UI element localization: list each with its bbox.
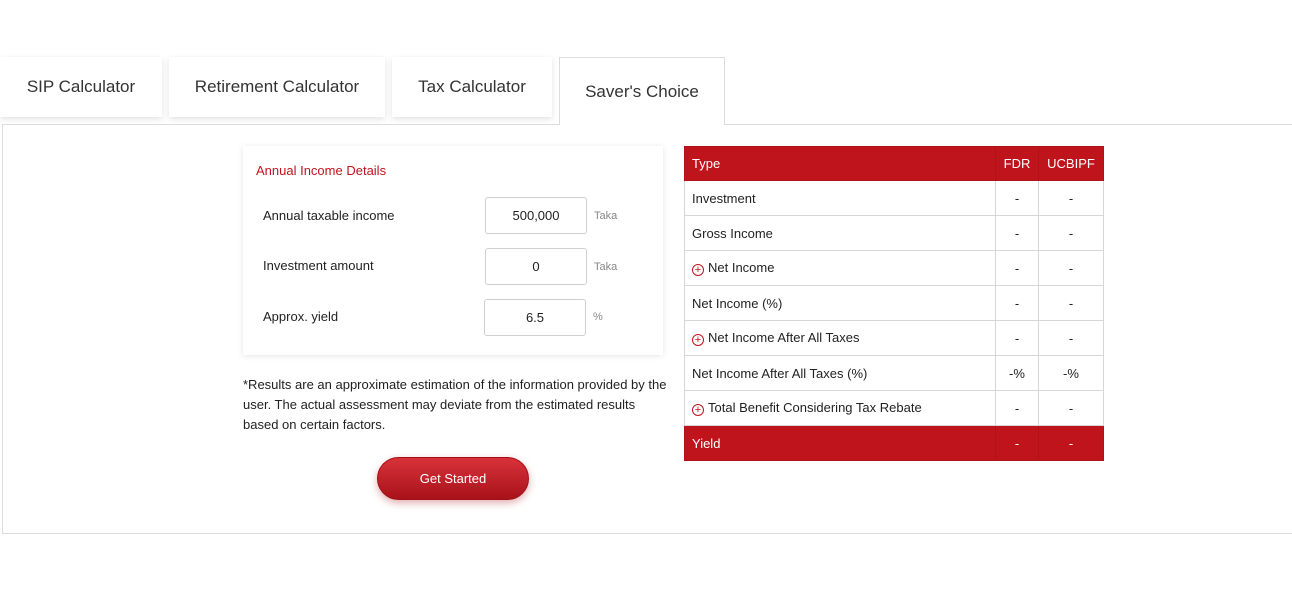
calculator-tabs: SIP Calculator Retirement Calculator Tax… — [0, 57, 1292, 125]
row-label: Investment — [684, 180, 996, 216]
approx-yield-label: Approx. yield — [263, 309, 339, 324]
approx-yield-unit: % — [593, 311, 603, 323]
table-row: Investment - - — [684, 180, 1105, 216]
disclaimer-text: *Results are an approximate estimation o… — [243, 377, 667, 432]
row-label-cell: + Net Income — [684, 250, 996, 286]
investment-amount-label: Investment amount — [263, 258, 374, 273]
get-started-button[interactable]: Get Started — [377, 457, 529, 500]
tab-sip-calculator[interactable]: SIP Calculator — [0, 57, 162, 117]
yield-row: Yield - - — [684, 425, 1105, 461]
investment-amount-input[interactable] — [485, 248, 587, 285]
card-title: Annual Income Details — [256, 163, 387, 178]
plus-circle-icon[interactable]: + — [692, 404, 704, 416]
table-row: + Net Income - - — [684, 250, 1105, 286]
table-header-row: Type FDR UCBIPF — [684, 146, 1105, 181]
table-row: + Total Benefit Considering Tax Rebate - … — [684, 390, 1105, 426]
fdr-value: - — [995, 390, 1039, 426]
ucbipf-value: - — [1037, 180, 1105, 216]
fdr-value: - — [995, 215, 1039, 251]
fdr-value: - — [995, 285, 1039, 321]
annual-income-unit: Taka — [594, 210, 618, 222]
annual-taxable-income-label: Annual taxable income — [263, 208, 395, 223]
fdr-value: - — [995, 425, 1039, 461]
results-table: Type FDR UCBIPF Investment - - Gross Inc… — [684, 146, 1105, 461]
fdr-value: - — [995, 180, 1039, 216]
fdr-value: -% — [995, 355, 1039, 391]
tab-tax-calculator[interactable]: Tax Calculator — [392, 57, 552, 117]
row-label: Net Income After All Taxes (%) — [684, 355, 996, 391]
plus-circle-icon[interactable]: + — [692, 264, 704, 276]
ucbipf-value: - — [1037, 215, 1105, 251]
row-label: Net Income (%) — [684, 285, 996, 321]
plus-circle-icon[interactable]: + — [692, 334, 704, 346]
ucbipf-value: - — [1037, 390, 1105, 426]
row-label: Net Income — [708, 260, 775, 275]
fdr-value: - — [995, 250, 1039, 286]
annual-taxable-income-input[interactable] — [485, 197, 587, 234]
approx-yield-input[interactable] — [484, 299, 586, 336]
ucbipf-value: -% — [1037, 355, 1105, 391]
row-label: Gross Income — [684, 215, 996, 251]
row-label: Yield — [684, 425, 996, 461]
row-label-cell: + Net Income After All Taxes — [684, 320, 996, 356]
row-label: Net Income After All Taxes — [708, 330, 860, 345]
row-label-cell: + Total Benefit Considering Tax Rebate — [684, 390, 996, 426]
ucbipf-value: - — [1037, 425, 1105, 461]
ucbipf-value: - — [1037, 320, 1105, 356]
investment-amount-unit: Taka — [594, 261, 618, 273]
tab-savers-choice[interactable]: Saver's Choice — [559, 57, 725, 125]
annual-income-card: Annual Income Details Annual taxable inc… — [243, 146, 663, 355]
row-label: Total Benefit Considering Tax Rebate — [708, 400, 922, 415]
header-fdr: FDR — [995, 146, 1039, 181]
table-row: Net Income (%) - - — [684, 285, 1105, 321]
table-row: + Net Income After All Taxes - - — [684, 320, 1105, 356]
header-ucbipf: UCBIPF — [1037, 146, 1105, 181]
ucbipf-value: - — [1037, 250, 1105, 286]
header-type: Type — [684, 146, 996, 181]
table-row: Gross Income - - — [684, 215, 1105, 251]
fdr-value: - — [995, 320, 1039, 356]
tab-retirement-calculator[interactable]: Retirement Calculator — [169, 57, 385, 117]
ucbipf-value: - — [1037, 285, 1105, 321]
table-row: Net Income After All Taxes (%) -% -% — [684, 355, 1105, 391]
